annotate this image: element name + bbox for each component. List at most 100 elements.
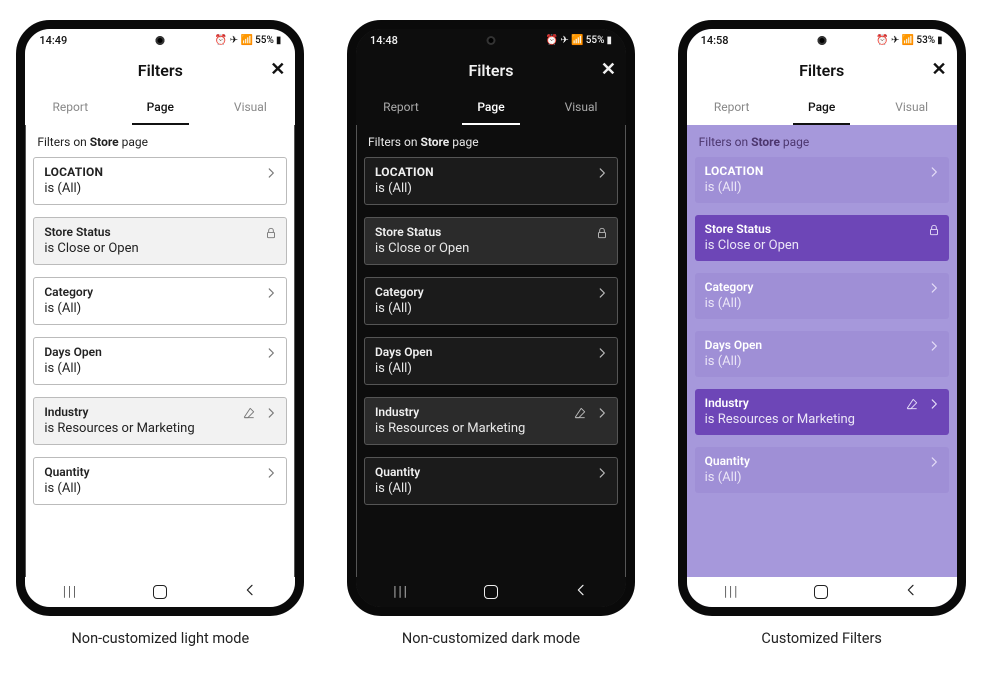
filter-card-icons <box>595 346 609 360</box>
filter-card-icons <box>242 406 278 420</box>
nav-recents-icon[interactable]: ||| <box>393 584 408 600</box>
phone-wrap-custom: 14:58⏰ ✈ 📶 53% ▮Filters✕ReportPageVisual… <box>678 20 966 647</box>
status-time: 14:49 <box>39 34 67 47</box>
chevron-right-icon <box>264 466 278 480</box>
chevron-right-icon <box>264 286 278 300</box>
filter-card-value: is Resources or Marketing <box>44 421 276 436</box>
android-navbar: ||| <box>25 577 295 607</box>
filter-card-value: is (All) <box>705 354 939 369</box>
filter-card-value: is (All) <box>705 180 939 195</box>
filter-card-value: is (All) <box>44 181 276 196</box>
filter-card[interactable]: Quantityis (All) <box>33 457 287 505</box>
filter-card-title: LOCATION <box>44 165 276 179</box>
filter-card[interactable]: Industryis Resources or Marketing <box>33 397 287 445</box>
tab-page[interactable]: Page <box>777 89 867 125</box>
tab-report[interactable]: Report <box>687 89 777 125</box>
filter-card-title: Category <box>705 280 939 294</box>
subhead-prefix: Filters on <box>37 135 89 149</box>
status-right: ⏰ ✈ 📶 55% ▮ <box>545 35 612 46</box>
nav-back-icon[interactable] <box>573 582 589 602</box>
nav-back-icon[interactable] <box>903 582 919 602</box>
tab-label: Page <box>477 100 504 114</box>
filter-card-icons <box>264 226 278 240</box>
nav-back-icon[interactable] <box>242 582 258 602</box>
filter-card-title: Category <box>44 285 276 299</box>
chevron-right-icon <box>595 346 609 360</box>
subhead-bold: Store <box>751 135 780 149</box>
phone-custom: 14:58⏰ ✈ 📶 53% ▮Filters✕ReportPageVisual… <box>678 20 966 616</box>
filter-card-icons <box>927 339 941 353</box>
filter-card-icons <box>595 226 609 240</box>
filter-card[interactable]: Store Statusis Close or Open <box>364 217 618 265</box>
filter-card-title: LOCATION <box>705 164 939 178</box>
filter-card[interactable]: Industryis Resources or Marketing <box>364 397 618 445</box>
filter-card[interactable]: LOCATION is (All) <box>364 157 618 205</box>
nav-home-icon[interactable] <box>484 585 498 599</box>
tab-report[interactable]: Report <box>356 89 446 125</box>
subhead-prefix: Filters on <box>368 135 420 149</box>
filter-card-icons <box>264 346 278 360</box>
chevron-right-icon <box>927 455 941 469</box>
subhead-suffix: page <box>449 135 478 149</box>
filters-body: Filters on Store pageLOCATIONis (All)Sto… <box>25 125 295 577</box>
nav-home-icon[interactable] <box>153 585 167 599</box>
page-title: Filters <box>138 61 183 80</box>
close-icon[interactable]: ✕ <box>601 61 616 79</box>
filter-card-icons <box>264 286 278 300</box>
subhead-bold: Store <box>90 135 119 149</box>
filter-card-value: is (All) <box>375 361 607 376</box>
filter-card-title: Days Open <box>44 345 276 359</box>
filter-card-title: LOCATION <box>375 165 607 179</box>
caption-custom: Customized Filters <box>761 630 881 647</box>
filter-card-title: Category <box>375 285 607 299</box>
chevron-right-icon <box>927 281 941 295</box>
filter-card[interactable]: Categoryis (All) <box>33 277 287 325</box>
nav-home-icon[interactable] <box>814 585 828 599</box>
filter-card[interactable]: LOCATION is (All) <box>695 157 949 203</box>
erase-icon[interactable] <box>905 397 919 411</box>
filter-card-title: Days Open <box>705 338 939 352</box>
tab-visual[interactable]: Visual <box>536 89 626 125</box>
filter-card-icons <box>927 455 941 469</box>
filter-card[interactable]: Store Statusis Close or Open <box>33 217 287 265</box>
erase-icon[interactable] <box>573 406 587 420</box>
filter-card[interactable]: Categoryis (All) <box>695 273 949 319</box>
filter-card[interactable]: Quantityis (All) <box>695 447 949 493</box>
filter-card-title: Store Status <box>705 222 939 236</box>
lock-icon <box>595 226 609 240</box>
tab-visual[interactable]: Visual <box>867 89 957 125</box>
lock-icon <box>927 223 941 237</box>
filter-card[interactable]: Quantityis (All) <box>364 457 618 505</box>
close-icon[interactable]: ✕ <box>270 61 285 79</box>
subhead-suffix: page <box>780 135 809 149</box>
filter-card[interactable]: Categoryis (All) <box>364 277 618 325</box>
filter-card[interactable]: Industryis Resources or Marketing <box>695 389 949 435</box>
lock-icon <box>264 226 278 240</box>
status-right: ⏰ ✈ 📶 53% ▮ <box>876 35 943 46</box>
caption-dark: Non-customized dark mode <box>402 630 580 647</box>
filter-card[interactable]: Store Statusis Close or Open <box>695 215 949 261</box>
filter-card-title: Industry <box>705 396 939 410</box>
filter-card[interactable]: Days Openis (All) <box>364 337 618 385</box>
filter-card[interactable]: LOCATION is (All) <box>33 157 287 205</box>
header: Filters ✕ <box>25 51 295 89</box>
filter-card-value: is (All) <box>705 470 939 485</box>
tab-visual[interactable]: Visual <box>205 89 295 125</box>
page-title: Filters <box>468 61 513 80</box>
filter-card-icons <box>264 466 278 480</box>
chevron-right-icon <box>595 286 609 300</box>
filter-card[interactable]: Days Openis (All) <box>33 337 287 385</box>
chevron-right-icon <box>927 339 941 353</box>
erase-icon[interactable] <box>242 406 256 420</box>
subhead-bold: Store <box>420 135 449 149</box>
tab-page[interactable]: Page <box>446 89 536 125</box>
nav-recents-icon[interactable]: ||| <box>63 584 78 600</box>
tab-page[interactable]: Page <box>115 89 205 125</box>
nav-recents-icon[interactable]: ||| <box>724 584 739 600</box>
android-navbar: ||| <box>356 577 626 607</box>
close-icon[interactable]: ✕ <box>932 61 947 79</box>
tab-report[interactable]: Report <box>25 89 115 125</box>
filter-card-value: is (All) <box>375 181 607 196</box>
filter-card[interactable]: Days Open is (All) <box>695 331 949 377</box>
filter-card-icons <box>927 223 941 237</box>
